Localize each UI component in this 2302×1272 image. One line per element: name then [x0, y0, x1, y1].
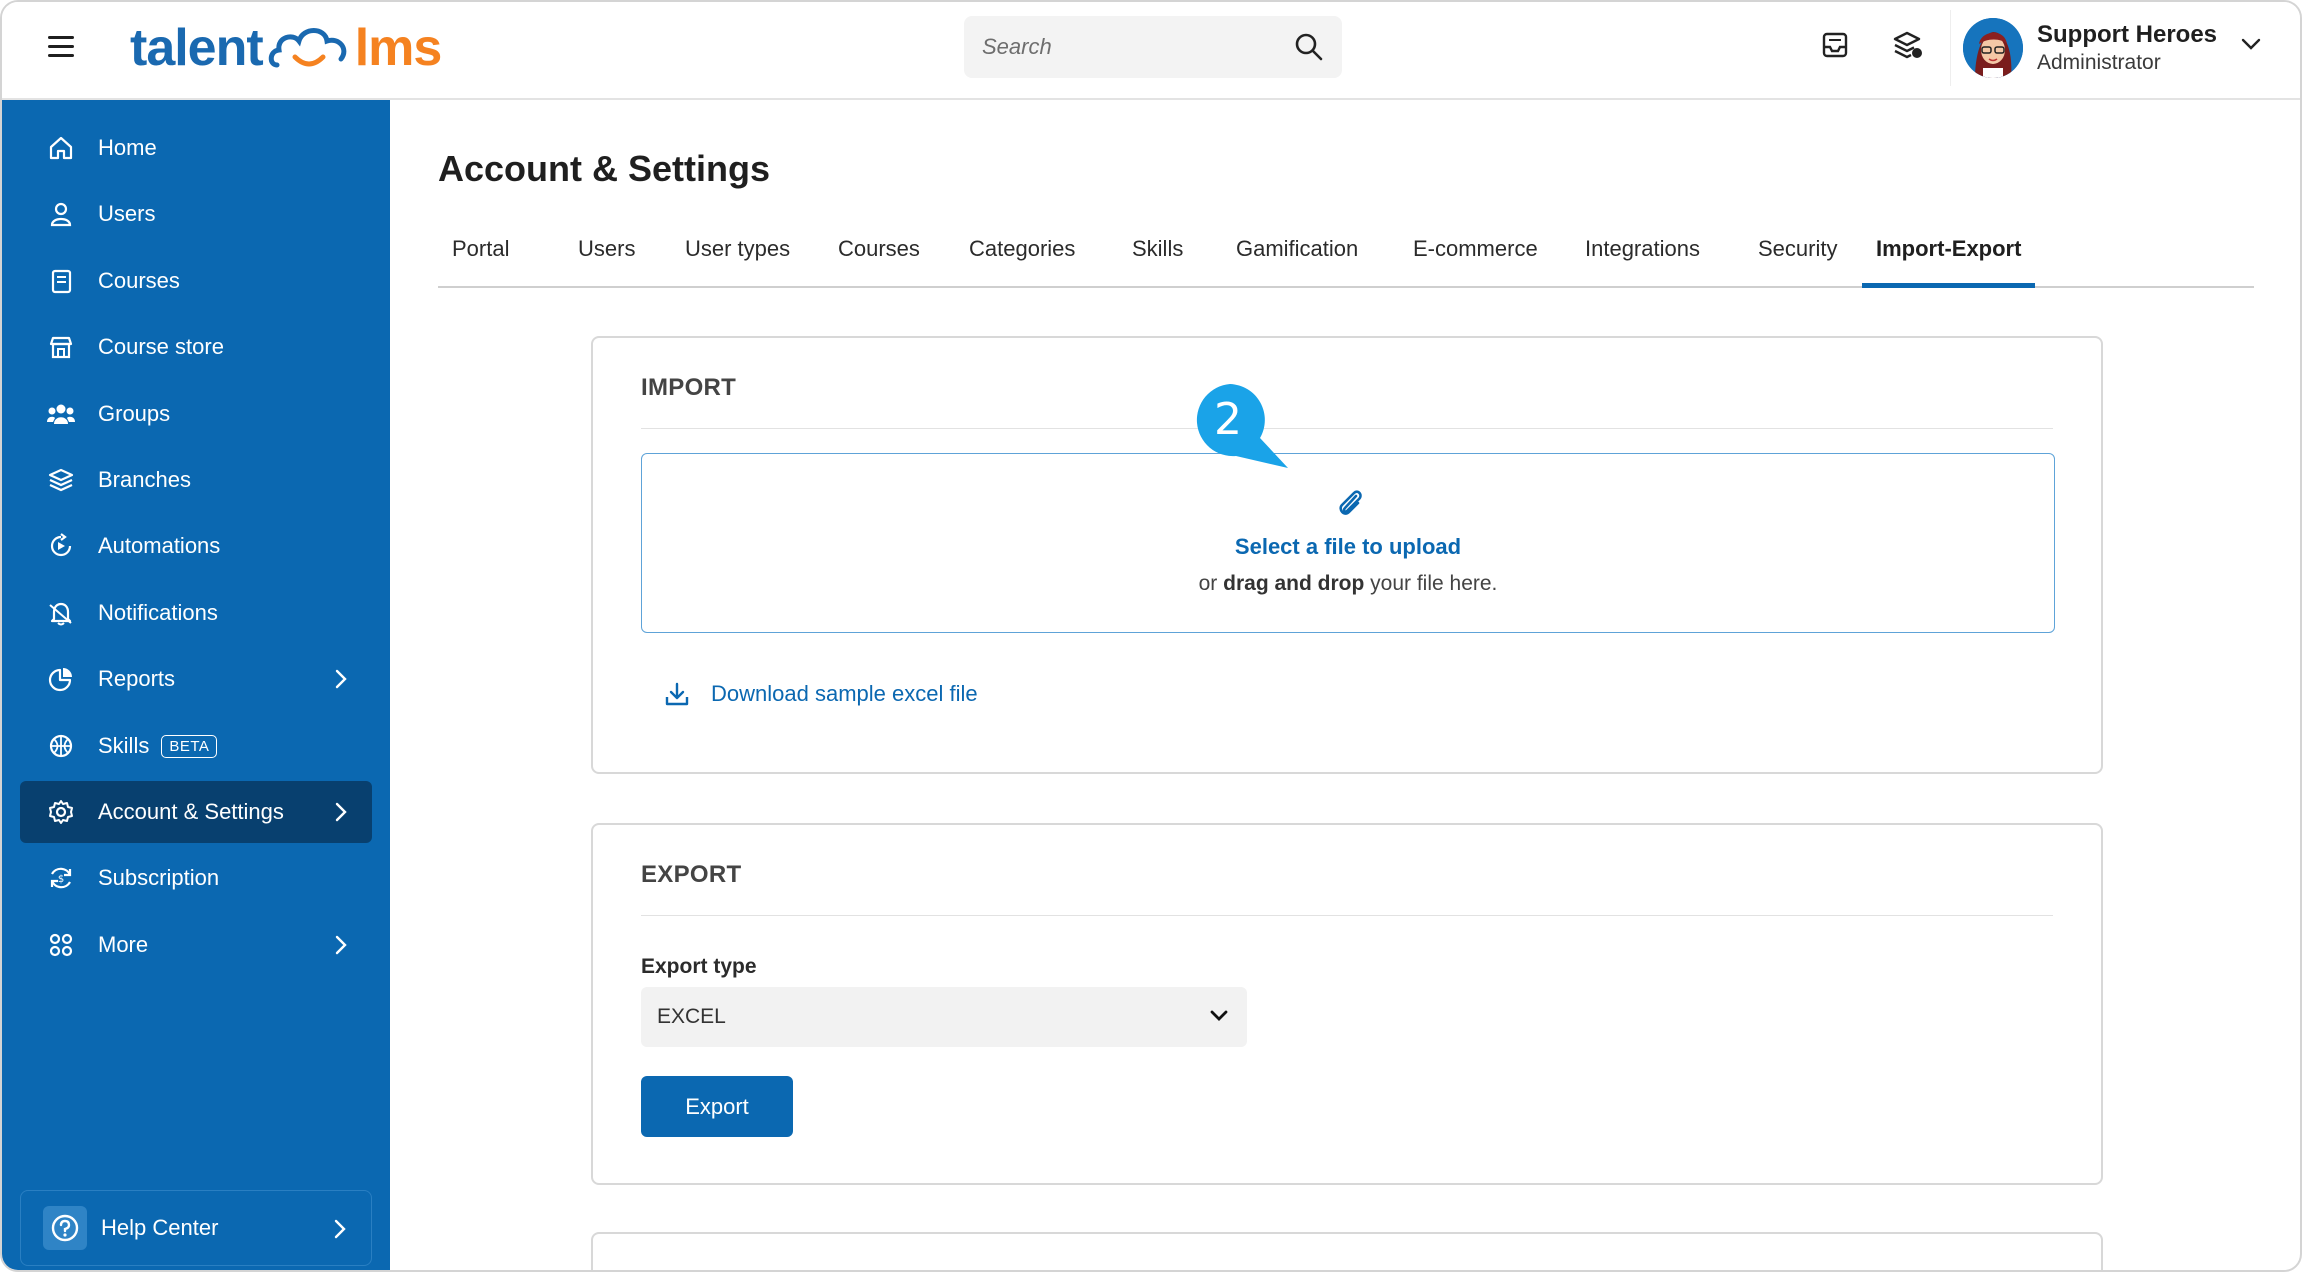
beta-badge: BETA — [161, 734, 218, 758]
user-role: Administrator — [2037, 50, 2161, 74]
export-type-label: Export type — [641, 955, 757, 978]
sidebar-item-automations[interactable]: Automations — [20, 515, 372, 577]
step-marker: 2 — [1196, 384, 1288, 468]
sidebar-item-courses[interactable]: Courses — [20, 250, 372, 312]
sidebar-item-home[interactable]: Home — [20, 117, 372, 179]
tab-security[interactable]: Security — [1744, 228, 1851, 288]
bell-icon — [46, 598, 76, 628]
search-icon[interactable] — [1294, 32, 1324, 62]
user-profile-menu[interactable]: Support Heroes Administrator — [1950, 10, 2276, 86]
download-icon — [665, 682, 689, 706]
subscription-icon: $ — [46, 863, 76, 893]
download-sample-link[interactable]: Download sample excel file — [663, 680, 978, 708]
export-type-select[interactable]: EXCEL — [641, 987, 1247, 1047]
skills-icon — [46, 731, 76, 761]
tab-courses[interactable]: Courses — [824, 228, 934, 288]
paperclip-icon — [1339, 490, 1362, 515]
sidebar-item-notifications[interactable]: Notifications — [20, 582, 372, 644]
chevron-down-icon[interactable] — [2240, 36, 2262, 52]
book-icon — [46, 266, 76, 296]
sidebar-item-more[interactable]: More — [20, 914, 372, 976]
help-icon — [43, 1206, 87, 1250]
export-type-value: EXCEL — [657, 1005, 726, 1028]
tab-gamification[interactable]: Gamification — [1222, 228, 1372, 288]
export-card: EXPORT Export type EXCEL Export — [591, 823, 2103, 1185]
chevron-right-icon — [335, 802, 347, 822]
logo[interactable]: talent lms — [130, 16, 443, 80]
file-dropzone[interactable]: Select a file to upload or drag and drop… — [641, 453, 2055, 633]
menu-icon[interactable] — [48, 34, 78, 58]
grid-icon — [46, 930, 76, 960]
chevron-right-icon — [335, 935, 347, 955]
logo-text-talent: talent — [130, 19, 264, 77]
sidebar: Home Users Courses Course store Groups B… — [2, 100, 390, 1270]
user-name: Support Heroes — [2037, 21, 2218, 48]
search-input[interactable] — [982, 34, 1294, 60]
app-window: talent lms Search Support Heroes Adminis… — [0, 0, 2302, 1272]
page-title: Account & Settings — [438, 148, 771, 189]
sidebar-item-skills[interactable]: Skills BETA — [20, 715, 372, 777]
tab-users[interactable]: Users — [564, 228, 649, 288]
import-title: IMPORT — [641, 374, 737, 401]
logo-text-lms: lms — [354, 19, 443, 77]
sidebar-item-users[interactable]: Users — [20, 183, 372, 245]
tab-integrations[interactable]: Integrations — [1571, 228, 1714, 288]
sidebar-item-course-store[interactable]: Course store — [20, 316, 372, 378]
next-card — [591, 1232, 2103, 1270]
automation-icon — [46, 531, 76, 561]
divider — [641, 915, 2053, 916]
layers-icon[interactable] — [1890, 28, 1924, 62]
sidebar-item-groups[interactable]: Groups — [20, 383, 372, 445]
top-bar: talent lms Search Support Heroes Adminis… — [2, 2, 2300, 100]
select-file-link[interactable]: Select a file to upload — [642, 534, 2054, 560]
sidebar-item-branches[interactable]: Branches — [20, 449, 372, 511]
gear-icon — [46, 797, 76, 827]
import-card: IMPORT Select a file to upload or drag a… — [591, 336, 2103, 774]
drag-drop-hint: or drag and drop your file here. — [1198, 572, 1498, 595]
export-title: EXPORT — [641, 861, 742, 888]
tab-import-export[interactable]: Import-Export — [1862, 228, 2036, 288]
tab-e-commerce[interactable]: E-commerce — [1399, 228, 1552, 288]
tab-categories[interactable]: Categories — [955, 228, 1089, 288]
sidebar-item-reports[interactable]: Reports — [20, 648, 372, 710]
cloud-smile-icon — [268, 28, 347, 68]
chevron-right-icon — [335, 669, 347, 689]
chevron-right-icon — [334, 1219, 346, 1239]
step-number: 2 — [1214, 394, 1242, 445]
tab-user-types[interactable]: User types — [671, 228, 804, 288]
chevron-down-icon — [1210, 1010, 1228, 1021]
sidebar-item-subscription[interactable]: $ Subscription — [20, 847, 372, 909]
help-center-button[interactable]: Help Center — [20, 1190, 372, 1266]
user-icon — [46, 199, 76, 229]
pie-chart-icon — [46, 664, 76, 694]
groups-icon — [46, 399, 76, 429]
tab-skills[interactable]: Skills — [1118, 228, 1197, 288]
avatar — [1963, 18, 2023, 78]
tab-portal[interactable]: Portal — [438, 228, 523, 288]
sidebar-item-account-settings[interactable]: Account & Settings — [20, 781, 372, 843]
inbox-icon[interactable] — [1818, 28, 1852, 62]
home-icon — [46, 133, 76, 163]
divider — [641, 428, 2053, 429]
svg-text:$: $ — [58, 874, 64, 885]
branches-icon — [46, 465, 76, 495]
export-button[interactable]: Export — [641, 1076, 793, 1137]
store-icon — [46, 332, 76, 362]
search-box[interactable] — [964, 16, 1342, 78]
settings-tabs: Portal Users User types Courses Categori… — [438, 228, 2254, 288]
